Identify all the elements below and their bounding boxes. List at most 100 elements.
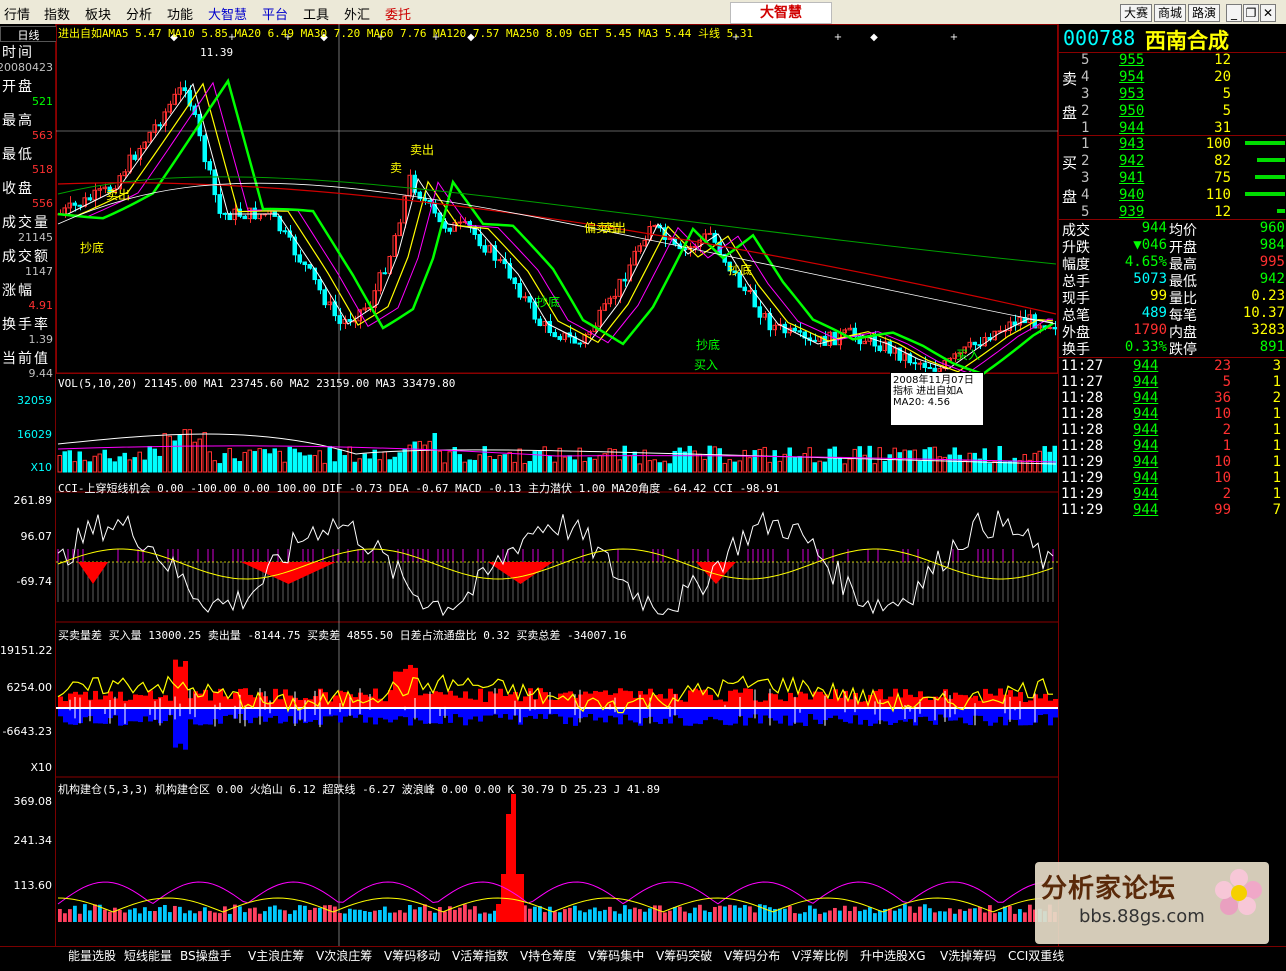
cci-header: CCI-上穿短线机会 0.00 -100.00 0.00 100.00 DIF … (58, 482, 780, 495)
menu-tools[interactable]: 工具 (303, 4, 329, 23)
formula-tab[interactable]: V筹码分布 (724, 947, 792, 965)
price-panel: ◆ + + ◆ + + ◆ + + ◆ +抄底卖出卖卖出偏卖出卖出抄底抄底抄底买入买入 (57, 32, 1057, 376)
tick-time: 11:28 (1061, 438, 1104, 454)
formula-tab[interactable]: 升中选股XG (860, 947, 940, 965)
menu-analysis[interactable]: 分析 (126, 4, 152, 23)
contest-button[interactable]: 大赛 (1120, 4, 1152, 22)
bid-level: 2 (1081, 153, 1090, 169)
menu-trade[interactable]: 委托 (385, 4, 411, 23)
menu-dazhihui[interactable]: 大智慧 (208, 4, 247, 23)
formula-tab[interactable]: V筹码移动 (384, 947, 452, 965)
flow-tick-high: 19151.22 (0, 644, 53, 657)
tick-row: 11:27 944 23 3 (1059, 358, 1286, 375)
restore-icon[interactable]: ❐ (1243, 4, 1259, 22)
flow-header: 买卖量差 买入量 13000.25 卖出量 -8144.75 买卖差 4855.… (58, 629, 627, 642)
inst-tick-high: 369.08 (13, 795, 53, 808)
tooltip-indicator: 指标 进出自如A (893, 386, 964, 397)
bid-volume: 75 (1214, 170, 1231, 186)
bid-row[interactable]: 4 940 110 (1059, 187, 1286, 204)
close-icon[interactable]: ✕ (1260, 4, 1276, 22)
tick-row: 11:28 944 36 2 (1059, 390, 1286, 407)
bid-depth-bar (1277, 209, 1285, 213)
svg-text:◆: ◆ (870, 32, 878, 43)
tick-time: 11:28 (1061, 390, 1104, 406)
brand-text: 大智慧 (760, 5, 802, 21)
tick-price: 944 (1133, 438, 1159, 454)
menu-index[interactable]: 指数 (44, 4, 70, 23)
tick-count: 1 (1272, 406, 1281, 422)
formula-tab[interactable]: V持仓筹度 (520, 947, 588, 965)
cci-tick-high: 261.89 (13, 494, 53, 507)
ask-row[interactable]: 4 954 20 (1059, 69, 1286, 86)
formula-tab[interactable]: BS操盘手 (180, 947, 248, 965)
formula-tab[interactable]: V主浪庄筹 (248, 947, 316, 965)
signal-annotation: 卖出 (410, 143, 434, 157)
menu-function[interactable]: 功能 (167, 4, 193, 23)
roadshow-button[interactable]: 路演 (1188, 4, 1220, 22)
chart-area[interactable]: ◆ + + ◆ + + ◆ + + ◆ + 抄底 卖出卖卖出 偏卖出 卖出 抄底 抄底 抄底 买入 买入 进出自如AM… (56, 24, 1058, 946)
tick-volume: 10 (1214, 406, 1231, 422)
stat-row: 成交 944 均价 960 (1059, 220, 1286, 239)
stock-name: 西南合成 (1145, 29, 1229, 53)
mall-button[interactable]: 商城 (1154, 4, 1186, 22)
left-label: 成交额 (2, 249, 50, 265)
bid-volume: 110 (1205, 187, 1231, 203)
tooltip-ma20: MA20: 4.56 (893, 397, 951, 408)
formula-tab[interactable]: V筹码突破 (656, 947, 724, 965)
stat-value: 942 (1259, 271, 1285, 287)
bid-depth-bar (1245, 141, 1285, 145)
menu-sector[interactable]: 板块 (85, 4, 111, 23)
cci-tick-mid: 96.07 (20, 530, 53, 543)
stat-value: 0.33% (1124, 339, 1167, 355)
formula-tab[interactable]: V洗掉筹码 (940, 947, 1008, 965)
tick-count: 1 (1272, 454, 1281, 470)
stat-label: 换手 (1062, 342, 1090, 358)
ask-row[interactable]: 5 955 12 (1059, 52, 1286, 69)
tick-count: 1 (1272, 486, 1281, 502)
menu-platform[interactable]: 平台 (262, 4, 288, 23)
svg-text:+: + (950, 32, 958, 43)
tick-volume: 99 (1214, 502, 1231, 518)
ask-row[interactable]: 2 950 5 (1059, 103, 1286, 120)
formula-tab[interactable]: CCI双重线 (1008, 947, 1088, 965)
formula-tab[interactable]: 能量选股 (68, 947, 124, 965)
tick-volume: 2 (1222, 422, 1231, 438)
menu-forex[interactable]: 外汇 (344, 4, 370, 23)
stat-value: 891 (1259, 339, 1285, 355)
vol-tick-unit: X10 (30, 461, 52, 474)
left-value: 521 (32, 95, 53, 108)
bid-row[interactable]: 3 941 75 (1059, 170, 1286, 187)
left-value: 4.91 (28, 299, 54, 312)
tick-volume: 1 (1222, 438, 1231, 454)
period-label[interactable]: 日线 (0, 26, 57, 42)
inst-tick-mid: 241.34 (13, 834, 53, 847)
ask-level: 5 (1081, 52, 1090, 68)
signal-annotation: 卖出 (106, 188, 130, 202)
formula-tab[interactable]: V筹码集中 (588, 947, 656, 965)
left-label: 成交量 (2, 215, 50, 231)
formula-tab[interactable]: V活筹指数 (452, 947, 520, 965)
quote-panel: 000788 西南合成 卖盘 买盘 5 955 12 4 954 20 3 953 5 2 950 5… (1058, 24, 1286, 970)
bid-row[interactable]: 1 943 100 (1059, 136, 1286, 153)
formula-tab[interactable]: V次浪庄筹 (316, 947, 384, 965)
bid-level: 3 (1081, 170, 1090, 186)
signal-annotation: 买入 (694, 358, 718, 372)
formula-tab[interactable]: 短线能量 (124, 947, 180, 965)
tick-row: 11:27 944 5 1 (1059, 374, 1286, 391)
left-value: 518 (32, 163, 53, 176)
menu-quotes[interactable]: 行情 (4, 4, 30, 23)
signal-annotation: 抄底 (80, 240, 104, 255)
signal-annotation: 抄底 (536, 294, 560, 309)
inst-header: 机构建仓(5,3,3) 机构建仓区 0.00 火焰山 6.12 超跌线 -6.2… (58, 783, 660, 796)
stat-value: ▼046 (1133, 237, 1167, 253)
stat-row: 外盘 1790 内盘 3283 (1059, 322, 1286, 341)
bid-row[interactable]: 2 942 82 (1059, 153, 1286, 170)
stat-value: 4.65% (1124, 254, 1167, 270)
tick-volume: 23 (1214, 358, 1231, 374)
ask-row[interactable]: 3 953 5 (1059, 86, 1286, 103)
tick-time: 11:29 (1061, 486, 1104, 502)
formula-tab[interactable]: V浮筹比例 (792, 947, 860, 965)
bid-level: 5 (1081, 204, 1090, 220)
minimize-icon[interactable]: _ (1226, 4, 1242, 22)
tick-count: 1 (1272, 422, 1281, 438)
